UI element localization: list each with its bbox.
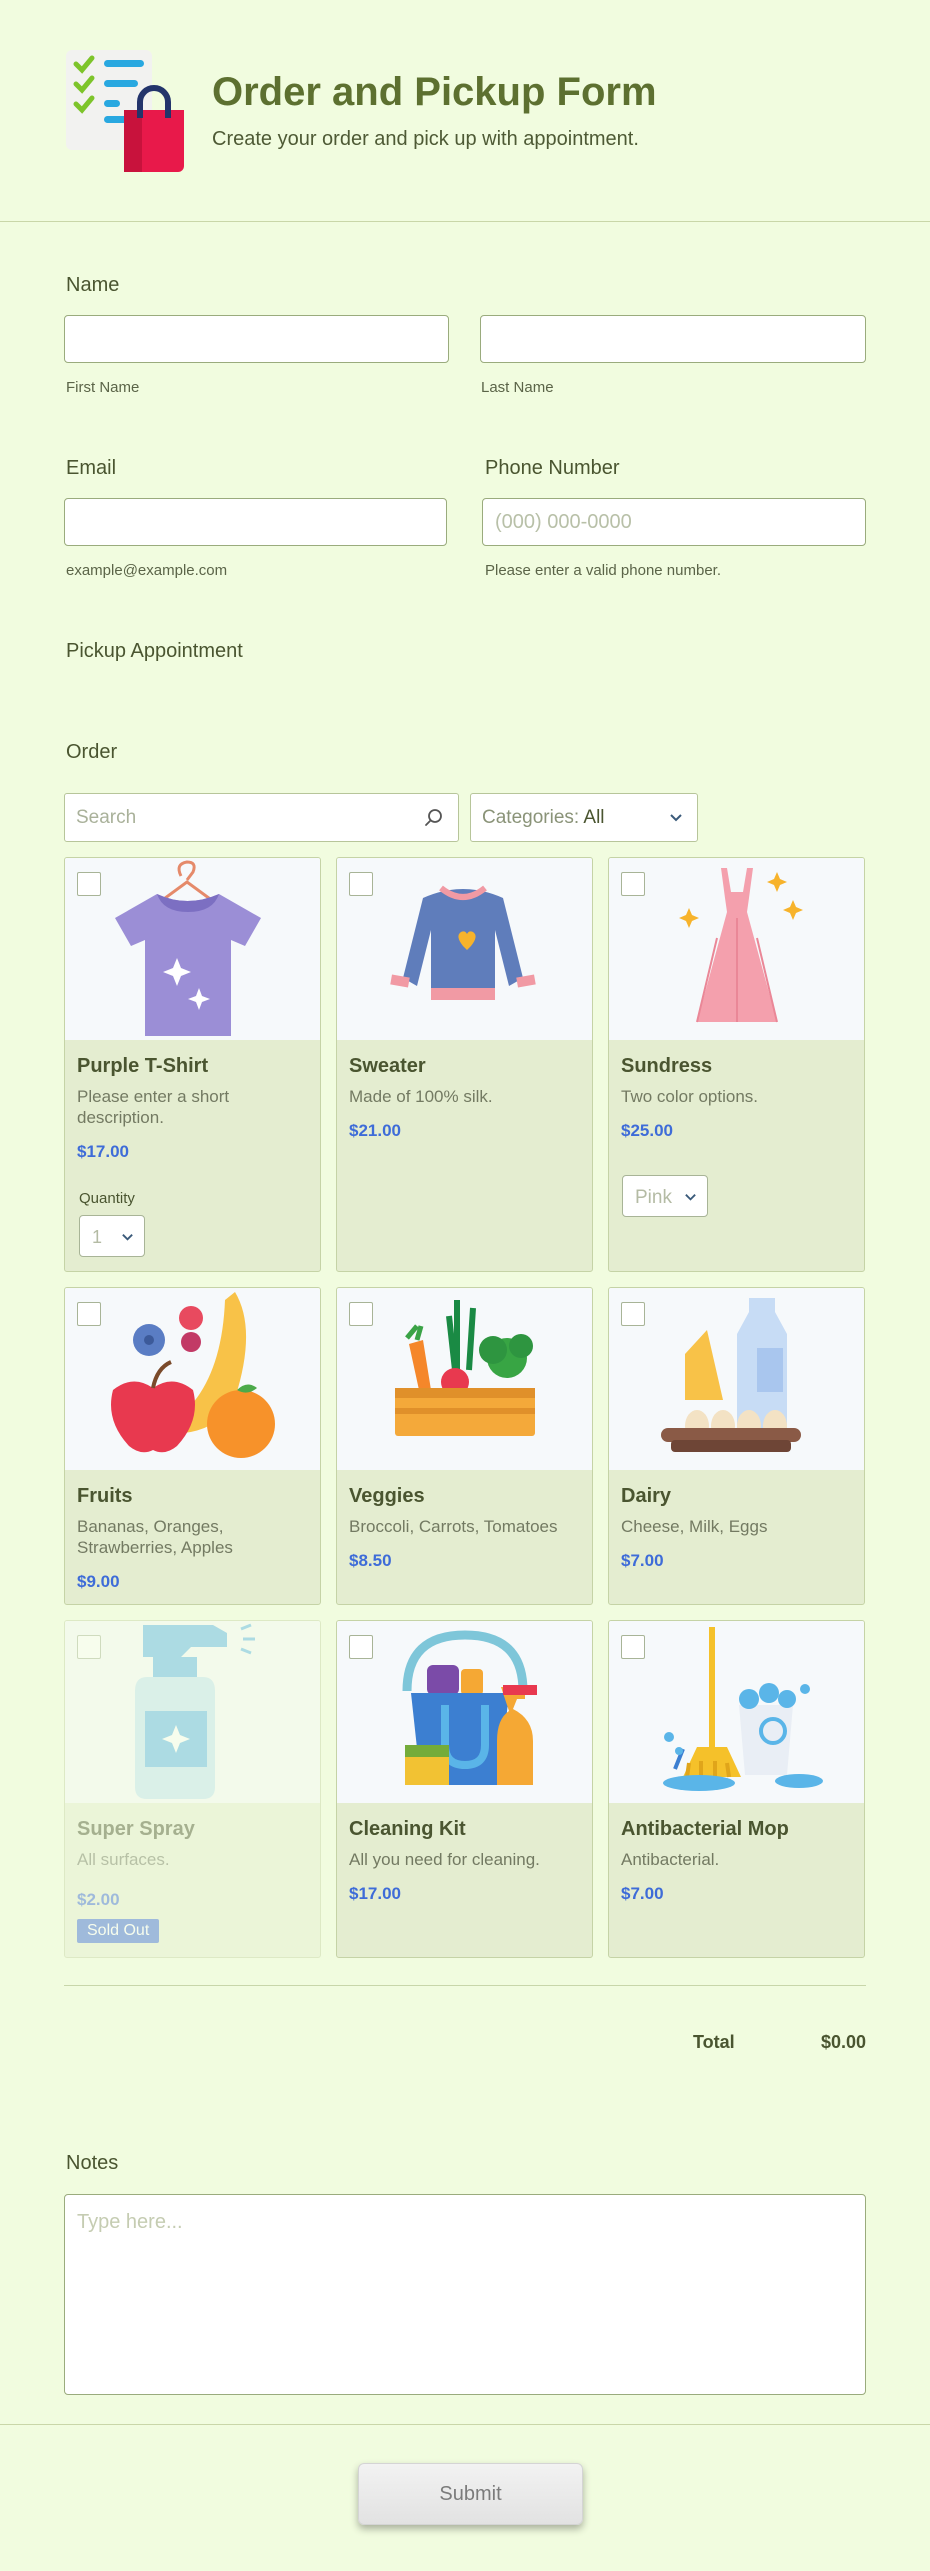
total-value: $0.00	[820, 2032, 866, 2052]
notes-label: Notes	[66, 2152, 119, 2174]
product-price: $17.00	[349, 1884, 401, 1903]
page-title: Order and Pickup Form	[212, 70, 657, 114]
quantity-label: Quantity	[79, 1190, 135, 1207]
product-checkbox[interactable]	[621, 1302, 645, 1326]
product-price: $7.00	[621, 1551, 664, 1570]
search-input[interactable]	[65, 794, 395, 841]
quantity-select[interactable]: 1	[79, 1215, 145, 1257]
product-card-cleaning-kit[interactable]: Cleaning Kit All you need for cleaning. …	[336, 1620, 593, 1958]
product-description: Cheese, Milk, Eggs	[621, 1517, 768, 1536]
chevron-down-icon	[670, 814, 682, 822]
product-card-sundress[interactable]: Sundress Two color options. $25.00 Pink	[608, 857, 865, 1272]
product-name: Antibacterial Mop	[621, 1818, 789, 1840]
last-name-input[interactable]	[480, 315, 866, 363]
veggies-icon	[337, 1288, 592, 1470]
product-name: Sweater	[349, 1055, 426, 1077]
dress-icon	[609, 858, 864, 1040]
order-divider	[64, 1985, 866, 1986]
product-description: Bananas, Oranges, Strawberries, Apples	[77, 1517, 233, 1557]
product-card-antibacterial-mop[interactable]: Antibacterial Mop Antibacterial. $7.00	[608, 1620, 865, 1958]
color-select[interactable]: Pink	[622, 1175, 708, 1217]
phone-label: Phone Number	[485, 457, 620, 479]
color-value: Pink	[635, 1187, 672, 1208]
product-name: Veggies	[349, 1485, 425, 1507]
chevron-down-icon	[685, 1194, 696, 1201]
product-name: Cleaning Kit	[349, 1818, 466, 1840]
product-description: Antibacterial.	[621, 1850, 720, 1869]
form-footer: Submit	[0, 2424, 930, 2571]
phone-field[interactable]	[482, 498, 866, 546]
order-form-logo-icon	[64, 46, 188, 176]
product-description: All you need for cleaning.	[349, 1850, 540, 1869]
product-description: Two color options.	[621, 1087, 759, 1106]
product-description: All surfaces.	[77, 1850, 170, 1869]
product-card-veggies[interactable]: Veggies Broccoli, Carrots, Tomatoes $8.5…	[336, 1287, 593, 1605]
fruits-icon	[65, 1288, 320, 1470]
product-card-fruits[interactable]: Fruits Bananas, Oranges, Strawberries, A…	[64, 1287, 321, 1605]
product-name: Dairy	[621, 1485, 672, 1507]
product-checkbox[interactable]	[349, 1635, 373, 1659]
product-description: Broccoli, Carrots, Tomatoes	[349, 1517, 558, 1536]
product-price: $2.00	[77, 1890, 120, 1909]
form-header: Order and Pickup Form Create your order …	[0, 0, 930, 222]
spray-icon	[65, 1621, 320, 1803]
product-checkbox[interactable]	[621, 1635, 645, 1659]
name-label: Name	[66, 274, 120, 296]
product-name: Fruits	[77, 1485, 133, 1507]
order-label: Order	[66, 741, 118, 763]
product-name: Super Spray	[77, 1818, 195, 1840]
sold-out-badge: Sold Out	[77, 1919, 160, 1943]
product-price: $7.00	[621, 1884, 664, 1903]
phone-sublabel: Please enter a valid phone number.	[485, 562, 721, 579]
page-subtitle: Create your order and pick up with appoi…	[212, 128, 639, 150]
last-name-sublabel: Last Name	[481, 379, 554, 396]
product-checkbox[interactable]	[349, 1302, 373, 1326]
product-checkbox[interactable]	[349, 872, 373, 896]
mop-icon	[609, 1621, 864, 1803]
submit-button[interactable]: Submit	[358, 2463, 583, 2525]
pickup-appointment-label: Pickup Appointment	[66, 640, 243, 662]
product-name: Sundress	[621, 1055, 713, 1077]
notes-textarea[interactable]	[64, 2194, 866, 2395]
product-checkbox	[77, 1635, 101, 1659]
search-icon[interactable]	[424, 808, 444, 828]
tshirt-icon	[65, 858, 320, 1040]
categories-key: Categories:	[482, 807, 580, 828]
email-field[interactable]	[64, 498, 447, 546]
product-price: $21.00	[349, 1121, 401, 1140]
product-search[interactable]	[64, 793, 459, 842]
total-label: Total	[693, 2032, 735, 2052]
first-name-sublabel: First Name	[66, 379, 140, 396]
quantity-value: 1	[92, 1227, 103, 1247]
product-price: $8.50	[349, 1551, 392, 1570]
product-name: Purple T-Shirt	[77, 1055, 209, 1077]
product-description: Made of 100% silk.	[349, 1087, 493, 1106]
cleaning-kit-icon	[337, 1621, 592, 1803]
product-price: $25.00	[621, 1121, 673, 1140]
email-label: Email	[66, 457, 117, 479]
product-card-dairy[interactable]: Dairy Cheese, Milk, Eggs $7.00	[608, 1287, 865, 1605]
product-card-sweater[interactable]: Sweater Made of 100% silk. $21.00	[336, 857, 593, 1272]
dairy-icon	[609, 1288, 864, 1470]
first-name-input[interactable]	[64, 315, 449, 363]
sweater-icon	[337, 858, 592, 1040]
categories-value: All	[583, 807, 605, 828]
email-sublabel: example@example.com	[66, 562, 228, 579]
product-price: $9.00	[77, 1572, 120, 1591]
product-checkbox[interactable]	[621, 872, 645, 896]
product-description: Please enter a short description.	[77, 1087, 230, 1127]
product-card-super-spray: Super Spray All surfaces. $2.00 Sold Out	[64, 1620, 321, 1958]
product-checkbox[interactable]	[77, 872, 101, 896]
chevron-down-icon	[122, 1234, 133, 1241]
product-checkbox[interactable]	[77, 1302, 101, 1326]
product-price: $17.00	[77, 1142, 129, 1161]
categories-dropdown[interactable]: Categories: All	[470, 793, 698, 842]
product-card-purple-tshirt[interactable]: Purple T-Shirt Please enter a short desc…	[64, 857, 321, 1272]
